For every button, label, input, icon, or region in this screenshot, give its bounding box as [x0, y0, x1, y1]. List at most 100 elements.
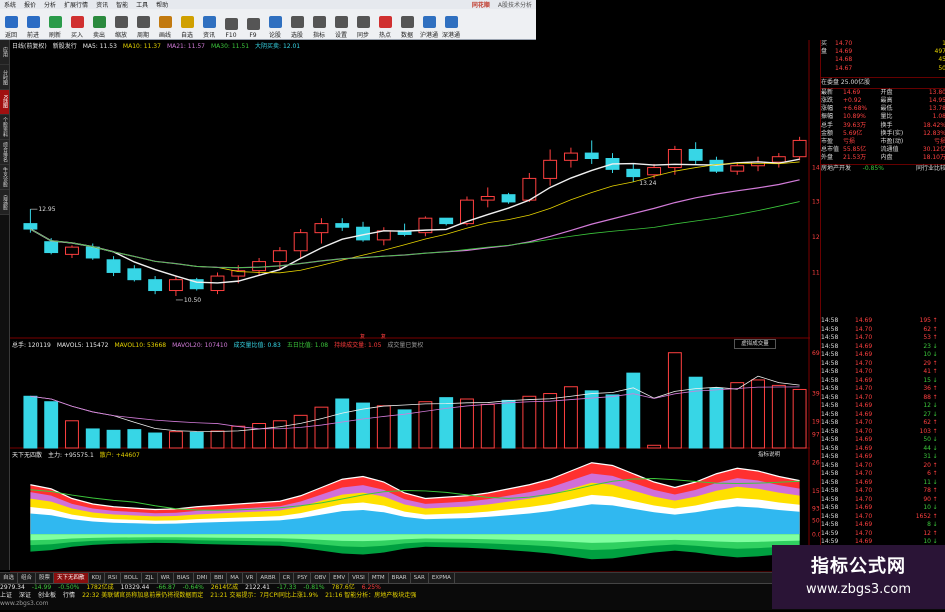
news-item[interactable]: 21:21 交易提示：7月CPI同比上涨1.9%: [210, 592, 318, 600]
menu-item-2[interactable]: 分析: [40, 0, 60, 9]
volume-bar[interactable]: [86, 429, 99, 448]
candle[interactable]: [689, 142, 702, 164]
volume-bar[interactable]: [377, 406, 390, 448]
volume-bar[interactable]: [752, 380, 765, 448]
toolbar-button-12[interactable]: 论股: [264, 11, 286, 39]
candle[interactable]: [544, 149, 557, 185]
volume-bar[interactable]: [128, 430, 141, 448]
candle[interactable]: [149, 276, 162, 294]
news-item[interactable]: 行情: [63, 592, 75, 600]
toolbar-button-8[interactable]: 自选: [176, 11, 198, 39]
toolbar-button-5[interactable]: 缩放: [110, 11, 132, 39]
news-item[interactable]: 创业板: [38, 592, 56, 600]
volume-bar[interactable]: [627, 373, 640, 448]
volume-bar[interactable]: [772, 385, 785, 448]
toolbar-button-1[interactable]: 前进: [22, 11, 44, 39]
volume-bar[interactable]: [544, 394, 557, 448]
volume-bar[interactable]: [294, 415, 307, 448]
volume-bar[interactable]: [336, 399, 349, 448]
toolbar-button-18[interactable]: 数据: [396, 11, 418, 39]
indicator-tab-7[interactable]: ZJL: [142, 573, 157, 583]
toolbar-button-0[interactable]: 返回: [0, 11, 22, 39]
indicator-tab-16[interactable]: PSY: [294, 573, 311, 583]
toolbar-button-6[interactable]: 周期: [132, 11, 154, 39]
candle[interactable]: [627, 164, 640, 182]
candle[interactable]: [169, 276, 182, 296]
left-tab-3[interactable]: 个股资料: [0, 115, 9, 140]
volume-bar[interactable]: [731, 383, 744, 448]
candle[interactable]: [128, 265, 141, 281]
indicator-tab-12[interactable]: MA: [227, 573, 243, 583]
menu-item-4[interactable]: 资讯: [92, 0, 112, 9]
left-tab-6[interactable]: 自选股: [0, 190, 9, 215]
chart-area[interactable]: 12.9510.5013.24复复14.1013.1612.1811.20699…: [10, 40, 820, 612]
candle[interactable]: [357, 222, 370, 242]
candle[interactable]: [107, 256, 120, 276]
volume-bar[interactable]: [232, 426, 245, 448]
candle[interactable]: [481, 187, 494, 207]
indicator-tab-6[interactable]: BOLL: [121, 573, 142, 583]
candle[interactable]: [294, 229, 307, 258]
volume-bar[interactable]: [793, 389, 806, 448]
indicator-tab-14[interactable]: ARBR: [257, 573, 279, 583]
news-item[interactable]: 22:32 美联储官员称加息前景仍将视数据而定: [82, 592, 203, 600]
volume-bar[interactable]: [398, 410, 411, 448]
volume-bar[interactable]: [273, 421, 286, 448]
candle[interactable]: [66, 245, 79, 258]
volume-bar[interactable]: [440, 398, 453, 448]
volume-bar[interactable]: [606, 395, 619, 448]
volume-bar[interactable]: [648, 445, 661, 448]
toolbar-button-2[interactable]: 刷新: [44, 11, 66, 39]
menu-item-1[interactable]: 报价: [20, 0, 40, 9]
candle[interactable]: [793, 137, 806, 161]
volume-bar[interactable]: [689, 377, 702, 448]
toolbar-button-9[interactable]: 资讯: [198, 11, 220, 39]
candle[interactable]: [752, 157, 765, 171]
indicator-tab-4[interactable]: KDJ: [89, 573, 105, 583]
toolbar-button-20[interactable]: 深港通: [440, 11, 462, 39]
menu-item-3[interactable]: 扩展行情: [60, 0, 92, 9]
candle[interactable]: [398, 224, 411, 237]
volume-bar[interactable]: [419, 402, 432, 448]
volume-bar[interactable]: [24, 396, 37, 448]
volume-bar[interactable]: [149, 433, 162, 448]
toolbar-button-4[interactable]: 卖出: [88, 11, 110, 39]
left-tab-0[interactable]: 应用: [0, 40, 9, 65]
menu-item-7[interactable]: 帮助: [152, 0, 172, 9]
volume-bar[interactable]: [481, 404, 494, 448]
volume-bar[interactable]: [190, 432, 203, 448]
volume-bar[interactable]: [169, 432, 182, 448]
volume-bar[interactable]: [668, 353, 681, 448]
candle[interactable]: [772, 153, 785, 167]
toolbar-button-16[interactable]: 同步: [352, 11, 374, 39]
volume-bar[interactable]: [107, 430, 120, 448]
candle[interactable]: [502, 193, 515, 204]
candle[interactable]: [377, 227, 390, 245]
industry-compare-link[interactable]: 同行业比较: [904, 165, 945, 173]
indicator-tab-17[interactable]: OBV: [311, 573, 330, 583]
left-tab-5[interactable]: 牛叉诊股: [0, 165, 9, 190]
candle[interactable]: [336, 218, 349, 231]
toolbar-button-7[interactable]: 画线: [154, 11, 176, 39]
indicator-tab-21[interactable]: BRAR: [389, 573, 411, 583]
indicator-tab-10[interactable]: DMI: [194, 573, 212, 583]
indicator-tab-8[interactable]: WR: [158, 573, 174, 583]
volume-bar[interactable]: [523, 396, 536, 448]
candle[interactable]: [606, 153, 619, 173]
volume-bar[interactable]: [710, 388, 723, 448]
menu-item-6[interactable]: 工具: [132, 0, 152, 9]
news-item[interactable]: 深证: [19, 592, 31, 600]
candle[interactable]: [315, 218, 328, 243]
toolbar-button-19[interactable]: 沪港通: [418, 11, 440, 39]
news-item[interactable]: 21:16 智能分析：房地产板块走强: [325, 592, 416, 600]
indicator-tab-13[interactable]: VR: [243, 573, 258, 583]
indicator-tab-19[interactable]: VRSI: [349, 573, 369, 583]
toolbar-button-15[interactable]: 设置: [330, 11, 352, 39]
indicator-tab-2[interactable]: 股票: [36, 573, 54, 583]
indicator-tab-15[interactable]: CR: [280, 573, 295, 583]
candle[interactable]: [190, 278, 203, 291]
volume-bar[interactable]: [315, 407, 328, 448]
indicator-tab-18[interactable]: EMV: [330, 573, 349, 583]
indicator-tab-1[interactable]: 组合: [18, 573, 36, 583]
indicator-tab-5[interactable]: RSI: [105, 573, 121, 583]
